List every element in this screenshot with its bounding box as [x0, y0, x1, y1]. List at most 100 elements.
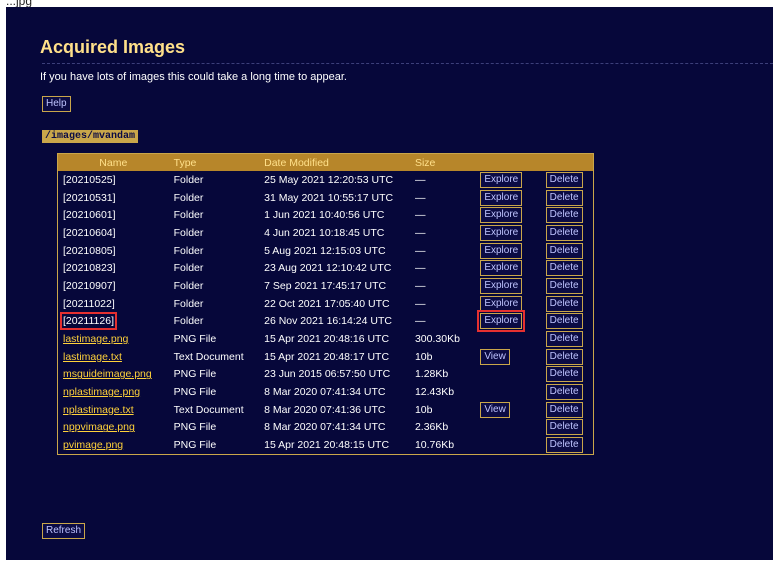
row-name[interactable]: lastimage.txt: [58, 348, 169, 366]
row-name-text[interactable]: nplastimage.png: [63, 386, 140, 398]
delete-button[interactable]: Delete: [545, 295, 583, 312]
delete-button[interactable]: Delete: [545, 366, 583, 383]
row-date-text: 22 Oct 2021 17:05:40 UTC: [264, 297, 390, 310]
explore-button[interactable]: Explore: [477, 310, 526, 333]
refresh-button[interactable]: Refresh: [42, 523, 86, 539]
row-type-text: Text Document: [173, 350, 244, 363]
delete-button[interactable]: Delete: [545, 313, 583, 330]
row-name-text: [20210805]: [63, 244, 116, 257]
row-type-text: Folder: [173, 297, 204, 310]
title-divider: [42, 63, 773, 64]
row-name[interactable]: nplastimage.txt: [58, 401, 169, 419]
row-name-text: [20210531]: [63, 191, 116, 204]
table-row: lastimage.txt Text Document 15 Apr 2021 20…: [58, 348, 594, 366]
row-action-cell: Explore: [475, 277, 540, 295]
row-name-text[interactable]: pvimage.png: [63, 439, 123, 451]
row-name-text: [20210907]: [63, 279, 116, 292]
delete-button[interactable]: Delete: [545, 419, 583, 436]
row-name-text[interactable]: msguideimage.png: [63, 368, 152, 380]
row-name[interactable]: lastimage.png: [58, 330, 169, 348]
current-path: /images/mvandam: [42, 130, 139, 143]
row-date-text: 1 Jun 2021 10:40:56 UTC: [264, 209, 385, 222]
row-date-text: 23 Jun 2015 06:57:50 UTC: [264, 368, 391, 381]
row-date-text: 5 Aug 2021 12:15:03 UTC: [264, 244, 386, 257]
view-button[interactable]: View: [480, 348, 510, 365]
row-action-cell: [475, 366, 540, 384]
row-size-text: 10b: [414, 403, 433, 416]
page-title: Acquired Images: [40, 37, 186, 57]
delete-button[interactable]: Delete: [545, 189, 583, 206]
row-delete-cell: Delete: [541, 348, 594, 366]
delete-button[interactable]: Delete: [545, 384, 583, 401]
delete-button[interactable]: Delete: [545, 224, 583, 241]
explore-button[interactable]: Explore: [480, 189, 523, 206]
explore-button[interactable]: Explore: [480, 277, 523, 294]
delete-button[interactable]: Delete: [545, 331, 583, 348]
delete-button[interactable]: Delete: [545, 260, 583, 277]
explore-button[interactable]: Explore: [480, 260, 523, 277]
row-name: [20210531]: [58, 189, 169, 207]
row-delete-cell: Delete: [541, 224, 594, 242]
row-delete-cell: Delete: [541, 295, 594, 313]
explore-button[interactable]: Explore: [480, 207, 523, 224]
row-name-text[interactable]: lastimage.txt: [63, 351, 122, 363]
delete-button[interactable]: Delete: [545, 207, 583, 224]
explore-button[interactable]: Explore: [480, 171, 523, 188]
row-name-text[interactable]: nplastimage.txt: [63, 404, 134, 416]
row-size: —: [410, 206, 475, 224]
row-delete-cell: Delete: [541, 401, 594, 419]
row-type-text: PNG File: [173, 386, 217, 399]
row-type-text: Folder: [173, 209, 204, 222]
delete-button[interactable]: Delete: [545, 401, 583, 418]
header-date-modified[interactable]: Date Modified: [259, 153, 410, 171]
table-row: [20210823] Folder 23 Aug 2021 12:10:42 UTC…: [58, 259, 594, 277]
table-row: pvimage.png PNG File 15 Apr 2021 20:48:15 …: [58, 436, 594, 454]
row-name[interactable]: nplastimage.png: [58, 383, 169, 401]
table-row: [20210907] Folder 7 Sep 2021 17:45:17 UTC —…: [58, 277, 594, 295]
delete-button[interactable]: Delete: [545, 348, 583, 365]
header-delete: [540, 153, 594, 171]
table-row: [20210805] Folder 5 Aug 2021 12:15:03 UTC —…: [58, 242, 594, 260]
row-name-text: [20210604]: [63, 226, 116, 239]
row-name[interactable]: pvimage.png: [58, 436, 169, 454]
row-delete-cell: Delete: [541, 259, 594, 277]
table-row: nppvimage.png PNG File 8 Mar 2020 07:41:34…: [58, 419, 594, 437]
row-type-text: Folder: [173, 244, 204, 257]
header-type[interactable]: Type: [168, 153, 260, 171]
row-name[interactable]: msguideimage.png: [58, 366, 169, 384]
row-date: 4 Jun 2021 10:18:45 UTC: [259, 224, 410, 242]
row-name[interactable]: nppvimage.png: [58, 419, 169, 437]
row-name-text[interactable]: nppvimage.png: [63, 421, 135, 433]
row-action-cell: [475, 383, 540, 401]
row-name: [20211022]: [58, 295, 169, 313]
row-name-text[interactable]: lastimage.png: [63, 333, 128, 345]
row-action-cell: Explore: [475, 171, 540, 189]
row-type-text: PNG File: [173, 333, 217, 346]
delete-button[interactable]: Delete: [545, 171, 583, 188]
row-date: 26 Nov 2021 16:14:24 UTC: [259, 313, 410, 331]
table-row: [20210525] Folder 25 May 2021 12:20:53 UTC…: [58, 171, 594, 189]
header-size[interactable]: Size: [409, 153, 476, 171]
row-type: PNG File: [169, 383, 260, 401]
delete-button[interactable]: Delete: [545, 242, 583, 259]
header-name[interactable]: Name: [57, 153, 169, 171]
help-button[interactable]: Help: [42, 96, 71, 112]
row-size: 10b: [410, 348, 475, 366]
row-name-text: [20211126]: [60, 312, 117, 331]
row-size-text: 10.76Kb: [414, 439, 455, 452]
row-size-text: —: [414, 315, 426, 328]
row-size-text: —: [414, 226, 426, 239]
table-row: [20210601] Folder 1 Jun 2021 10:40:56 UTC —…: [58, 206, 594, 224]
explore-button[interactable]: Explore: [480, 242, 523, 259]
row-size: 10b: [410, 401, 475, 419]
delete-button[interactable]: Delete: [545, 437, 583, 454]
row-delete-cell: Delete: [541, 277, 594, 295]
explore-button[interactable]: Explore: [480, 224, 523, 241]
delete-button[interactable]: Delete: [545, 277, 583, 294]
table-row: [20210604] Folder 4 Jun 2021 10:18:45 UTC —…: [58, 224, 594, 242]
row-delete-cell: Delete: [541, 206, 594, 224]
row-date-text: 8 Mar 2020 07:41:34 UTC: [264, 421, 386, 434]
explore-button[interactable]: Explore: [480, 295, 523, 312]
row-date: 31 May 2021 10:55:17 UTC: [259, 189, 410, 207]
view-button[interactable]: View: [480, 401, 510, 418]
